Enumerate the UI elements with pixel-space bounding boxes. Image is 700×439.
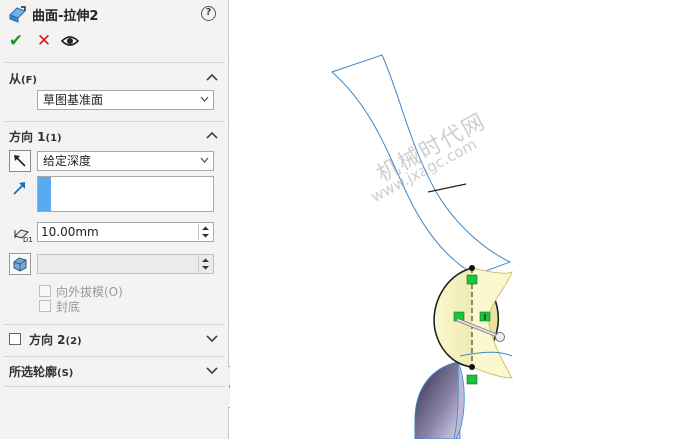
page-title: 曲面-拉伸2 (32, 9, 99, 24)
draft-outward-checkbox[interactable] (39, 285, 51, 297)
cap-end-label: 封底 (56, 300, 81, 314)
divider (4, 356, 225, 357)
feature-title-bar: 曲面-拉伸2 ? (0, 0, 229, 28)
endpoint-bottom[interactable] (469, 364, 475, 370)
handle-bottom[interactable] (466, 374, 478, 385)
stepper-arrows-icon (202, 226, 209, 238)
direction-vector-icon (13, 182, 25, 195)
divider (4, 62, 225, 63)
chevron-up-icon[interactable] (206, 73, 218, 81)
from-section-header[interactable]: 从(F) (9, 70, 37, 87)
draft-angle-input[interactable] (37, 254, 214, 274)
draft-icon (13, 257, 27, 272)
stepper-arrows-icon (202, 258, 209, 270)
eye-icon[interactable] (60, 31, 80, 51)
contours-title: 所选轮廓 (9, 365, 58, 379)
from-section-shortcut: (F) (21, 75, 37, 86)
from-section-title: 从 (9, 72, 22, 86)
chevron-down-icon (200, 96, 209, 102)
lower-surface[interactable] (414, 361, 461, 439)
graphics-viewport[interactable]: 机械时代网 www.jxagc.com (230, 0, 700, 439)
help-button[interactable]: ? (201, 6, 216, 21)
end-condition-select[interactable]: 给定深度 (37, 151, 214, 171)
direction2-section-header[interactable]: 方向 2(2) (29, 331, 82, 348)
from-condition-select[interactable]: 草图基准面 (37, 90, 214, 110)
direction2-shortcut: (2) (65, 336, 82, 347)
depth-stepper[interactable] (198, 224, 212, 240)
divider (4, 121, 225, 122)
model-preview[interactable] (230, 0, 700, 439)
handle-top[interactable] (466, 274, 478, 285)
depth-value: 10.00mm (41, 225, 99, 239)
contours-shortcut: (S) (57, 368, 74, 379)
chevron-down-icon[interactable] (206, 335, 218, 343)
depth-icon: D1 (14, 229, 33, 244)
direction1-title: 方向 1 (9, 130, 46, 144)
svg-text:D1: D1 (23, 236, 33, 244)
property-manager-panel: 曲面-拉伸2 ? ✔ ✕ 从(F) 草图基准面 方向 1(1) 给定深度 D1 … (0, 0, 229, 439)
draft-toggle-button[interactable] (9, 253, 31, 275)
direction2-checkbox[interactable] (9, 333, 21, 345)
from-condition-value: 草图基准面 (43, 93, 104, 107)
endpoint-top[interactable] (469, 265, 475, 271)
ok-button[interactable]: ✔ (6, 31, 26, 51)
draft-angle-stepper[interactable] (198, 256, 212, 272)
divider (4, 386, 225, 387)
contours-section-header[interactable]: 所选轮廓(S) (9, 363, 73, 380)
reverse-direction-button[interactable] (9, 150, 31, 172)
chevron-down-icon (200, 157, 209, 163)
direction2-title: 方向 2 (29, 333, 66, 347)
cancel-button[interactable]: ✕ (34, 31, 54, 51)
direction1-section-header[interactable]: 方向 1(1) (9, 128, 62, 145)
chevron-up-icon[interactable] (206, 131, 218, 139)
chevron-down-icon[interactable] (206, 367, 218, 375)
cap-end-checkbox[interactable] (39, 300, 51, 312)
depth-input[interactable]: 10.00mm (37, 222, 214, 242)
direction1-shortcut: (1) (45, 133, 62, 144)
selection-focus-bar (38, 177, 51, 211)
reverse-direction-icon (14, 155, 26, 167)
divider (4, 324, 225, 325)
end-condition-value: 给定深度 (43, 154, 92, 168)
surface-extrude-icon (9, 6, 26, 23)
direction-selection-box[interactable] (37, 176, 214, 212)
